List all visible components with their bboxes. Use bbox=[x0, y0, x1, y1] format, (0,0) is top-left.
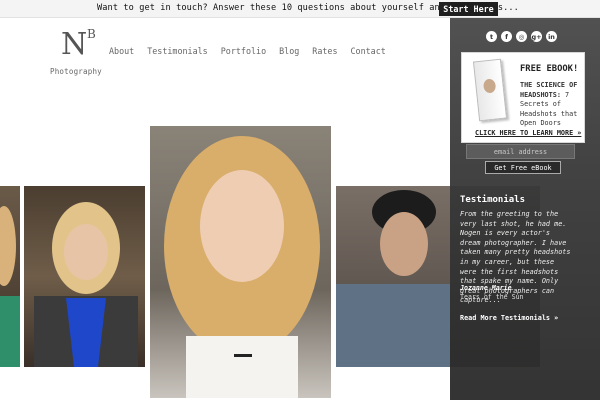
linkedin-icon[interactable]: in bbox=[546, 31, 557, 42]
ebook-title: FREE EBOOK! bbox=[520, 64, 579, 74]
nav-portfolio[interactable]: Portfolio bbox=[221, 46, 266, 56]
testimonial-author: Jozanne Marie bbox=[460, 284, 512, 292]
facebook-icon[interactable]: f bbox=[501, 31, 512, 42]
ebook-card: FREE EBOOK! THE SCIENCE OF HEADSHOTS: 7 … bbox=[461, 52, 585, 143]
social-icons: t f ◎ g+ in bbox=[486, 31, 561, 42]
learn-more-link[interactable]: CLICK HERE TO LEARN MORE » bbox=[475, 129, 581, 137]
main-nav: About Testimonials Portfolio Blog Rates … bbox=[109, 46, 399, 56]
logo-subtitle: Photography bbox=[50, 67, 102, 76]
testimonials-heading: Testimonials bbox=[460, 195, 526, 205]
gallery-photo-partial-left[interactable] bbox=[0, 186, 20, 367]
nav-testimonials[interactable]: Testimonials bbox=[147, 46, 208, 56]
ebook-cover-image[interactable] bbox=[472, 58, 508, 122]
testimonial-credit: Tears of the Sun bbox=[460, 293, 524, 301]
gallery-photo-blonde-woman[interactable] bbox=[24, 186, 145, 367]
google-plus-icon[interactable]: g+ bbox=[531, 31, 542, 42]
read-more-testimonials-link[interactable]: Read More Testimonials » bbox=[460, 314, 558, 322]
site-logo[interactable]: N B Photography bbox=[50, 28, 104, 76]
twitter-icon[interactable]: t bbox=[486, 31, 497, 42]
nav-rates[interactable]: Rates bbox=[312, 46, 337, 56]
nav-blog[interactable]: Blog bbox=[279, 46, 299, 56]
get-ebook-button[interactable]: Get Free eBook bbox=[485, 161, 561, 174]
logo-letter-b: B bbox=[87, 27, 96, 41]
top-promo-bar: Want to get in touch? Answer these 10 qu… bbox=[0, 0, 600, 18]
instagram-icon[interactable]: ◎ bbox=[516, 31, 527, 42]
email-input[interactable] bbox=[466, 144, 575, 159]
logo-letter-n: N bbox=[61, 27, 88, 62]
ebook-description: THE SCIENCE OF HEADSHOTS: 7 Secrets of H… bbox=[520, 81, 582, 129]
nav-contact[interactable]: Contact bbox=[351, 46, 386, 56]
gallery-photo-man[interactable] bbox=[336, 186, 450, 367]
gallery-photo-featured-woman[interactable] bbox=[150, 126, 331, 398]
nav-about[interactable]: About bbox=[109, 46, 134, 56]
start-here-button[interactable]: Start Here bbox=[439, 2, 498, 16]
